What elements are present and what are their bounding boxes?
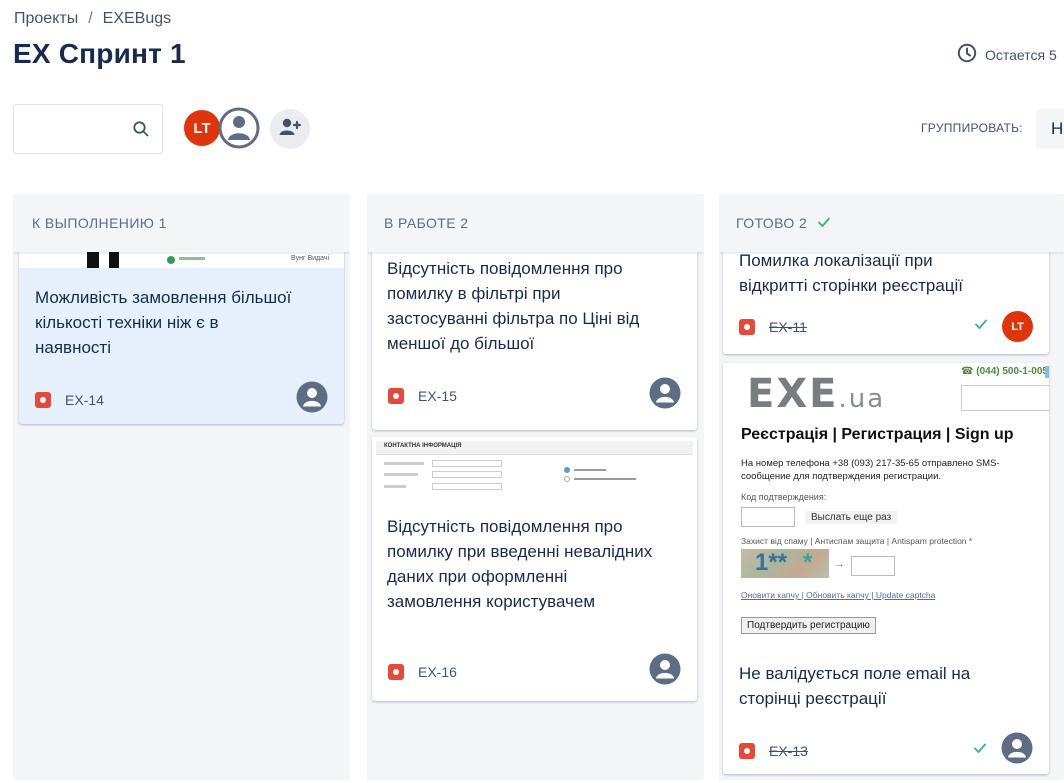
column-header: В РАБОТЕ 2: [367, 194, 704, 252]
card-title: Можливість замовлення більшої кількості …: [35, 288, 292, 357]
search-input[interactable]: [22, 105, 132, 151]
avatar-unassigned-icon[interactable]: [649, 377, 681, 414]
breadcrumb-projects[interactable]: Проекты: [14, 10, 78, 28]
breadcrumb: Проекты / EXEBugs: [14, 10, 171, 28]
bug-icon: [35, 391, 51, 408]
card-title: Відсутність повідомлення про помилку в ф…: [387, 259, 640, 353]
avatar-unassigned-icon[interactable]: [1001, 732, 1033, 769]
exe-logo: EXE.ua: [747, 371, 886, 417]
add-user-icon: [278, 115, 302, 144]
done-check-icon: [974, 317, 988, 336]
column-title: К ВЫПОЛНЕНИЮ 1: [32, 215, 167, 231]
assignee-filter: LT: [182, 107, 260, 149]
page-title: EX Спринт 1: [13, 38, 186, 69]
issue-key[interactable]: EX-11: [769, 319, 807, 335]
issue-card-ex-16[interactable]: КОНТАКТНА ІНФОРМАЦІЯ Відсутність повідом…: [372, 437, 697, 701]
thumb-captcha-links: Оновити капчу | Обновить капчу | Update …: [741, 590, 936, 600]
breadcrumb-project[interactable]: EXEBugs: [103, 10, 171, 28]
column-in-progress: В РАБОТЕ 2 Відсутність повідомлення про …: [367, 194, 704, 780]
card-title: Відсутність повідомлення про помилку при…: [387, 517, 653, 611]
card-footer: EX-15: [388, 377, 681, 414]
search-box: [13, 104, 163, 154]
search-icon[interactable]: [132, 120, 150, 143]
thumb-spam-label: Захист від спаму | Антиспам защита | Ant…: [741, 536, 973, 546]
issue-key[interactable]: EX-13: [769, 743, 808, 759]
breadcrumb-separator: /: [88, 10, 93, 27]
bug-icon: [388, 663, 404, 680]
card-footer: EX-16: [388, 653, 681, 690]
issue-card-ex-13[interactable]: ☎ (044) 500-1-005 EXE.ua Реєстрація | Ре…: [723, 363, 1049, 774]
check-icon: [817, 215, 831, 252]
done-check-icon: [973, 741, 987, 760]
avatar-lt[interactable]: LT: [182, 108, 222, 148]
add-people-button[interactable]: [270, 109, 310, 149]
card-actions: LT: [974, 311, 1033, 342]
clock-icon: [957, 43, 977, 66]
thumb-heading: Реєстрація | Регистрация | Sign up: [741, 426, 1014, 443]
card-thumbnail: КОНТАКТНА ІНФОРМАЦІЯ: [372, 437, 697, 497]
thumbnail-text: КОНТАКТНА ІНФОРМАЦІЯ: [384, 443, 462, 449]
card-actions: [296, 381, 328, 418]
avatar-unassigned-icon[interactable]: [649, 653, 681, 690]
card-footer: EX-14: [35, 381, 328, 418]
column-header: К ВЫПОЛНЕНИЮ 1: [13, 194, 350, 252]
issue-key[interactable]: EX-16: [418, 664, 457, 680]
thumb-resend: Выслать еще раз: [805, 511, 898, 524]
issue-card-ex-15[interactable]: Відсутність повідомлення про помилку в ф…: [372, 242, 697, 430]
thumbnail-text: Вунг Видачі: [291, 255, 330, 262]
assignee-avatar[interactable]: LT: [1002, 311, 1033, 342]
thumb-message: На номер телефона +38 (093) 217-35-65 от…: [741, 458, 1000, 482]
bug-icon: [739, 318, 755, 335]
column-done: ГОТОВО 2 Помилка локалізації при відкрит…: [719, 194, 1064, 780]
column-title: ГОТОВО 2: [736, 215, 808, 231]
group-by-label: ГРУППИРОВАТЬ:: [921, 121, 1023, 135]
group-by-select[interactable]: Н: [1036, 109, 1064, 149]
captcha-image: 1** *: [741, 549, 829, 578]
issue-key[interactable]: EX-14: [65, 392, 104, 408]
time-remaining[interactable]: Остается 5: [957, 43, 1057, 66]
column-header: ГОТОВО 2: [719, 194, 1064, 252]
column-title: В РАБОТЕ 2: [384, 215, 469, 231]
thumb-confirm-button: Подтвердить регистрацию: [741, 617, 876, 634]
bug-icon: [739, 742, 755, 759]
card-footer: EX-11 LT: [739, 311, 1033, 342]
thumb-code-label: Код подтверждения:: [741, 492, 827, 502]
avatar-unassigned[interactable]: [218, 107, 260, 149]
thumb-phone: ☎ (044) 500-1-005: [961, 366, 1048, 377]
time-remaining-label: Остается 5: [985, 46, 1057, 63]
avatar-unassigned-icon[interactable]: [296, 381, 328, 418]
card-actions: [973, 732, 1033, 769]
card-thumbnail: ☎ (044) 500-1-005 EXE.ua Реєстрація | Ре…: [723, 363, 1049, 649]
issue-key[interactable]: EX-15: [418, 388, 457, 404]
column-todo: К ВЫПОЛНЕНИЮ 1 Вунг Видачі Можливість за…: [13, 194, 350, 780]
card-actions: [649, 653, 681, 690]
card-title: Помилка локалізації при відкритті сторін…: [739, 251, 964, 295]
card-footer: EX-13: [739, 732, 1033, 769]
card-actions: [649, 377, 681, 414]
bug-icon: [388, 387, 404, 404]
card-title: Не валідується поле email на сторінці ре…: [739, 664, 971, 708]
